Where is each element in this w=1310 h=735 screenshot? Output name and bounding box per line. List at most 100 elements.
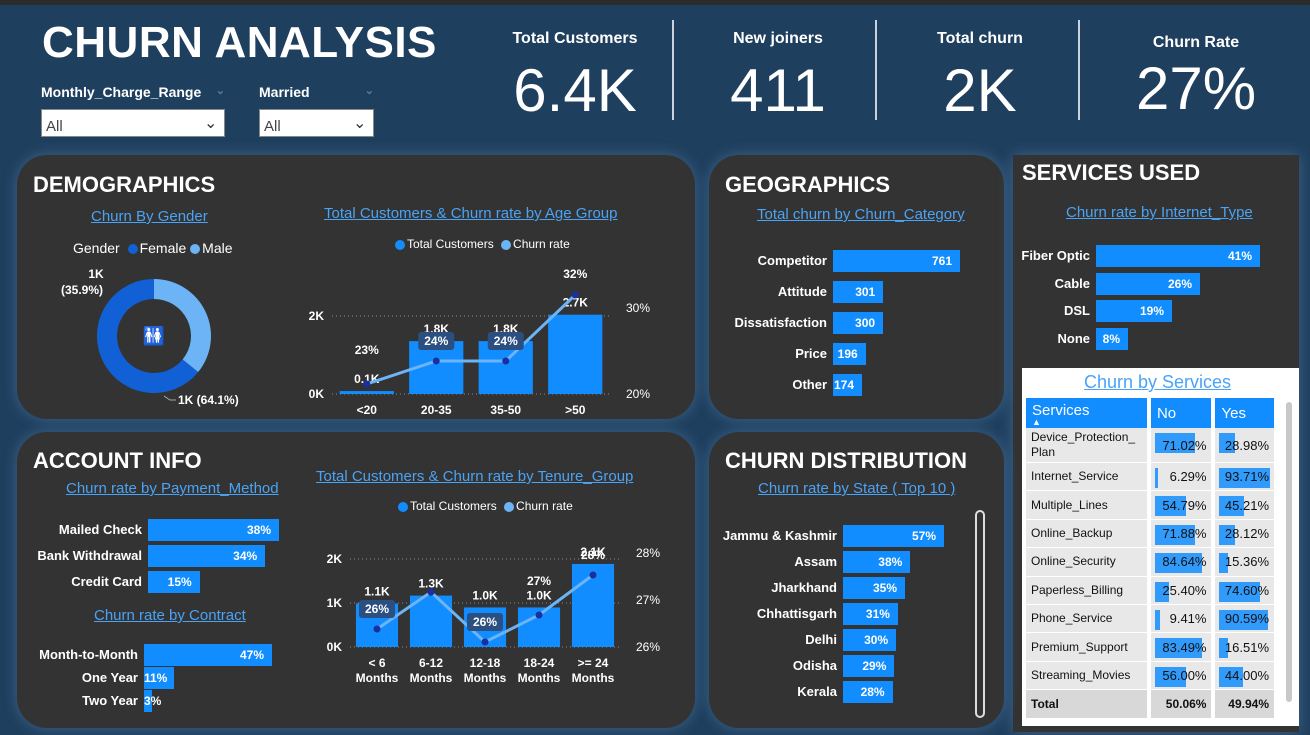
kpi-value: 2K bbox=[943, 57, 1017, 124]
cell-no: 71.88% bbox=[1148, 519, 1216, 549]
column-header-no[interactable]: No bbox=[1148, 398, 1216, 428]
cell-no: 25.40% bbox=[1148, 576, 1216, 605]
category-label: Mailed Check bbox=[58, 522, 142, 537]
chart-title[interactable]: Total Customers & Churn rate by Tenure_G… bbox=[316, 468, 633, 485]
x-tick-label: Months bbox=[572, 671, 615, 685]
chevron-down-icon[interactable]: ⌄ bbox=[365, 84, 374, 100]
tenure-combo-chart[interactable]: 0K1K2K26%27%28%1.1K< 6Months1.3K6-12Mont… bbox=[300, 520, 690, 695]
cell-no: 6.29% bbox=[1148, 462, 1216, 492]
data-label: 31% bbox=[865, 607, 890, 621]
table-row[interactable]: Internet_Service 6.29% 93.71% bbox=[1026, 462, 1278, 492]
slicer-dropdown[interactable]: All ⌄ bbox=[259, 109, 374, 137]
table-row[interactable]: Paperless_Billing 25.40% 74.60% bbox=[1026, 576, 1278, 605]
data-label: 1.3K bbox=[418, 577, 444, 591]
chevron-down-icon[interactable]: ⌄ bbox=[216, 84, 225, 100]
chart-title[interactable]: Total churn by Churn_Category bbox=[757, 206, 965, 223]
cell-value: 45.21% bbox=[1224, 497, 1269, 513]
chart-scrollbar[interactable] bbox=[975, 510, 985, 718]
line-point[interactable] bbox=[571, 291, 579, 299]
x-tick-label: 18-24 bbox=[524, 656, 555, 670]
table-row[interactable]: Streaming_Movies 56.00% 44.00% bbox=[1026, 661, 1278, 691]
data-label: 34% bbox=[233, 549, 258, 563]
people-icon: 🚻 bbox=[143, 325, 165, 346]
column-header-services[interactable]: Services ▲ bbox=[1026, 398, 1151, 428]
category-label: None bbox=[1057, 330, 1091, 346]
data-label: 1K bbox=[88, 267, 104, 281]
data-label: 26% bbox=[473, 615, 497, 629]
table-row[interactable]: Premium_Support 83.49% 16.51% bbox=[1026, 632, 1278, 662]
slicer-dropdown[interactable]: All ⌄ bbox=[41, 109, 225, 137]
data-label: 1.1K bbox=[364, 585, 390, 599]
service-name: Premium_Support bbox=[1026, 632, 1151, 662]
bar[interactable] bbox=[339, 391, 394, 394]
series-line[interactable] bbox=[366, 293, 577, 386]
kpi-total-customers: Total Customers 6.4K bbox=[485, 30, 665, 125]
chart-title[interactable]: Churn By Gender bbox=[91, 208, 208, 225]
x-tick-label: Months bbox=[356, 671, 399, 685]
column-header-yes[interactable]: Yes bbox=[1213, 398, 1278, 428]
cell-no: 84.64% bbox=[1148, 547, 1216, 577]
category-label: Assam bbox=[794, 554, 837, 569]
line-point[interactable] bbox=[427, 588, 435, 596]
slicer-married[interactable]: Married ⌄ All ⌄ bbox=[259, 84, 374, 137]
category-label: Bank Withdrawal bbox=[37, 548, 142, 563]
line-point[interactable] bbox=[502, 357, 510, 365]
line-point[interactable] bbox=[432, 357, 440, 365]
category-label: Dissatisfaction bbox=[734, 315, 827, 330]
chevron-down-icon[interactable]: ⌄ bbox=[204, 113, 218, 132]
chart-title[interactable]: Churn rate by Contract bbox=[94, 607, 246, 624]
services-table[interactable]: Services ▲ No Yes Device_Protection_ Plan… bbox=[1026, 398, 1278, 719]
category-label: Month-to-Month bbox=[39, 647, 138, 662]
table-row[interactable]: Device_Protection_ Plan 71.02% 28.98% bbox=[1026, 428, 1278, 463]
line-point[interactable] bbox=[363, 380, 371, 388]
table-row[interactable]: Phone_Service 9.41% 90.59% bbox=[1026, 604, 1278, 634]
category-label: DSL bbox=[1064, 303, 1090, 318]
kpi-label: New joiners bbox=[733, 30, 823, 47]
line-point[interactable] bbox=[481, 638, 489, 646]
chart-title[interactable]: Churn rate by State ( Top 10 ) bbox=[758, 480, 955, 497]
gender-legend: Gender Female Male bbox=[73, 240, 233, 256]
chart-title[interactable]: Churn rate by Internet_Type bbox=[1066, 204, 1253, 221]
cell-value: 15.36% bbox=[1224, 554, 1269, 570]
service-name: Paperless_Billing bbox=[1026, 576, 1151, 605]
data-label: 1.0K bbox=[526, 588, 552, 602]
x-tick-label: Months bbox=[410, 671, 453, 685]
chart-title[interactable]: Churn rate by Payment_Method bbox=[66, 480, 279, 497]
service-name: Internet_Service bbox=[1026, 462, 1151, 492]
data-label: 41% bbox=[1227, 249, 1252, 263]
category-label: One Year bbox=[81, 670, 138, 685]
category-label: Chhattisgarh bbox=[756, 606, 837, 621]
kpi-value: 6.4K bbox=[513, 57, 637, 124]
line-point[interactable] bbox=[589, 571, 597, 579]
y2-tick-label: 20% bbox=[626, 387, 650, 401]
chevron-down-icon[interactable]: ⌄ bbox=[353, 113, 367, 132]
line-point[interactable] bbox=[535, 611, 543, 619]
chart-title[interactable]: Total Customers & Churn rate by Age Grou… bbox=[324, 205, 617, 222]
gender-donut-chart[interactable]: 🚻 1K (64.1%) 1K (35.9%) bbox=[50, 258, 250, 418]
bar[interactable] bbox=[548, 314, 603, 394]
x-tick-label: <20 bbox=[357, 403, 378, 415]
legend-item: Total Customers bbox=[407, 237, 494, 251]
table-row[interactable]: Online_Backup 71.88% 28.12% bbox=[1026, 519, 1278, 549]
cell-yes: 45.21% bbox=[1213, 490, 1278, 520]
line-point[interactable] bbox=[373, 625, 381, 633]
table-scrollbar[interactable] bbox=[1284, 398, 1294, 718]
y-tick-label: 1K bbox=[327, 596, 343, 610]
data-bar bbox=[1154, 468, 1159, 488]
cell-value: 90.59% bbox=[1224, 611, 1269, 627]
cell-value: 56.00% bbox=[1162, 667, 1207, 683]
category-label: Kerala bbox=[797, 684, 837, 699]
kpi-new-joiners: New joiners 411 bbox=[688, 30, 868, 125]
data-label: 28% bbox=[581, 548, 605, 562]
age-combo-chart[interactable]: 0K2K20%30%0.1K<201.8K20-351.8K35-502.7K>… bbox=[300, 255, 680, 415]
data-label: 1K (64.1%) bbox=[178, 393, 239, 407]
table-row[interactable]: Multiple_Lines 54.79% 45.21% bbox=[1026, 490, 1278, 520]
table-row[interactable]: Online_Security 84.64% 15.36% bbox=[1026, 547, 1278, 577]
section-title: DEMOGRAPHICS bbox=[33, 172, 216, 197]
chart-title[interactable]: Churn by Services bbox=[1084, 372, 1231, 393]
scrollbar-thumb[interactable] bbox=[1286, 402, 1292, 702]
legend-item: Female bbox=[139, 240, 187, 256]
legend-dot bbox=[501, 239, 512, 250]
category-label: Delhi bbox=[805, 632, 837, 647]
slicer-monthly-charge[interactable]: Monthly_Charge_Range ⌄ All ⌄ bbox=[41, 84, 225, 137]
